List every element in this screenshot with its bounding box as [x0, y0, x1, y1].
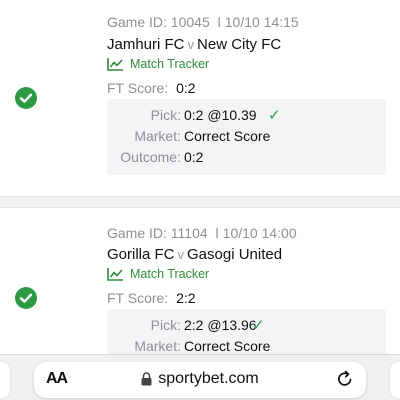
outcome-label: Outcome: — [120, 149, 181, 165]
ft-score-label: FT Score: — [107, 80, 169, 96]
check-circle-icon — [15, 87, 37, 109]
reload-icon[interactable] — [336, 370, 354, 388]
address-bar[interactable]: AA sportybet.com — [34, 362, 366, 398]
ft-score-value: 2:2 — [176, 290, 196, 306]
vs-label: v — [187, 37, 195, 52]
market-value: Correct Score — [184, 128, 271, 144]
market-row: Market: Correct Score — [107, 128, 386, 148]
pick-row: Pick: 2:2 @13.96 ✓ — [107, 317, 386, 337]
checkmark-icon: ✓ — [252, 317, 265, 334]
check-circle-icon — [15, 287, 37, 309]
lock-icon — [141, 372, 152, 386]
game-id: 11104 — [170, 225, 208, 241]
chart-line-icon — [107, 268, 123, 281]
checkmark-icon: ✓ — [268, 107, 281, 124]
match-teams[interactable]: Jamhuri FC v New City FC — [107, 36, 281, 53]
browser-toolbar: AA sportybet.com — [0, 354, 400, 400]
pick-label: Pick: — [150, 107, 181, 123]
bet-card: Game ID: 10045 l 10/10 14:15 Jamhuri FC v N… — [0, 0, 400, 196]
ft-score-row: FT Score: 0:2 — [107, 80, 196, 96]
match-tracker-link[interactable]: Match Tracker — [107, 267, 209, 281]
market-label: Market: — [134, 338, 181, 354]
market-value: Correct Score — [184, 338, 271, 354]
chart-line-icon — [107, 58, 123, 71]
game-id-label: Game ID: — [107, 14, 167, 30]
away-team: Gasogi United — [187, 246, 283, 263]
ft-score-row: FT Score: 2:2 — [107, 290, 196, 306]
card-divider — [0, 196, 400, 208]
game-meta: Game ID: 10045 l 10/10 14:15 — [107, 14, 299, 30]
home-team: Jamhuri FC — [107, 36, 185, 53]
game-meta: Game ID: 11104 l 10/10 14:00 — [107, 225, 297, 241]
url-display[interactable]: sportybet.com — [34, 370, 366, 388]
away-team: New City FC — [197, 36, 282, 53]
bet-details: Pick: 0:2 @10.39 ✓ Market: Correct Score… — [107, 99, 386, 175]
pick-label: Pick: — [150, 317, 181, 333]
game-datetime: 10/10 14:15 — [224, 14, 299, 30]
home-team: Gorilla FC — [107, 246, 175, 263]
next-tab-peek[interactable] — [390, 362, 400, 398]
ft-score-label: FT Score: — [107, 290, 169, 306]
pick-value: 2:2 @13.96 — [184, 317, 257, 333]
pick-row: Pick: 0:2 @10.39 ✓ — [107, 107, 386, 127]
match-tracker-link[interactable]: Match Tracker — [107, 57, 209, 71]
match-tracker-label: Match Tracker — [130, 57, 210, 71]
game-datetime: 10/10 14:00 — [222, 225, 297, 241]
game-id: 10045 — [170, 14, 210, 30]
meta-separator: l — [215, 225, 219, 241]
pick-value: 0:2 @10.39 — [184, 107, 257, 123]
market-label: Market: — [134, 128, 181, 144]
outcome-value: 0:2 — [184, 149, 204, 165]
url-text: sportybet.com — [158, 370, 259, 387]
outcome-row: Outcome: 0:2 — [107, 149, 386, 169]
match-tracker-label: Match Tracker — [130, 267, 210, 281]
previous-tab-peek[interactable] — [0, 362, 10, 398]
match-teams[interactable]: Gorilla FC v Gasogi United — [107, 246, 282, 263]
meta-separator: l — [217, 14, 221, 30]
ft-score-value: 0:2 — [176, 80, 196, 96]
bet-card: Game ID: 11104 l 10/10 14:00 Gorilla FC v G… — [0, 208, 400, 369]
game-id-label: Game ID: — [107, 225, 167, 241]
vs-label: v — [177, 247, 185, 262]
